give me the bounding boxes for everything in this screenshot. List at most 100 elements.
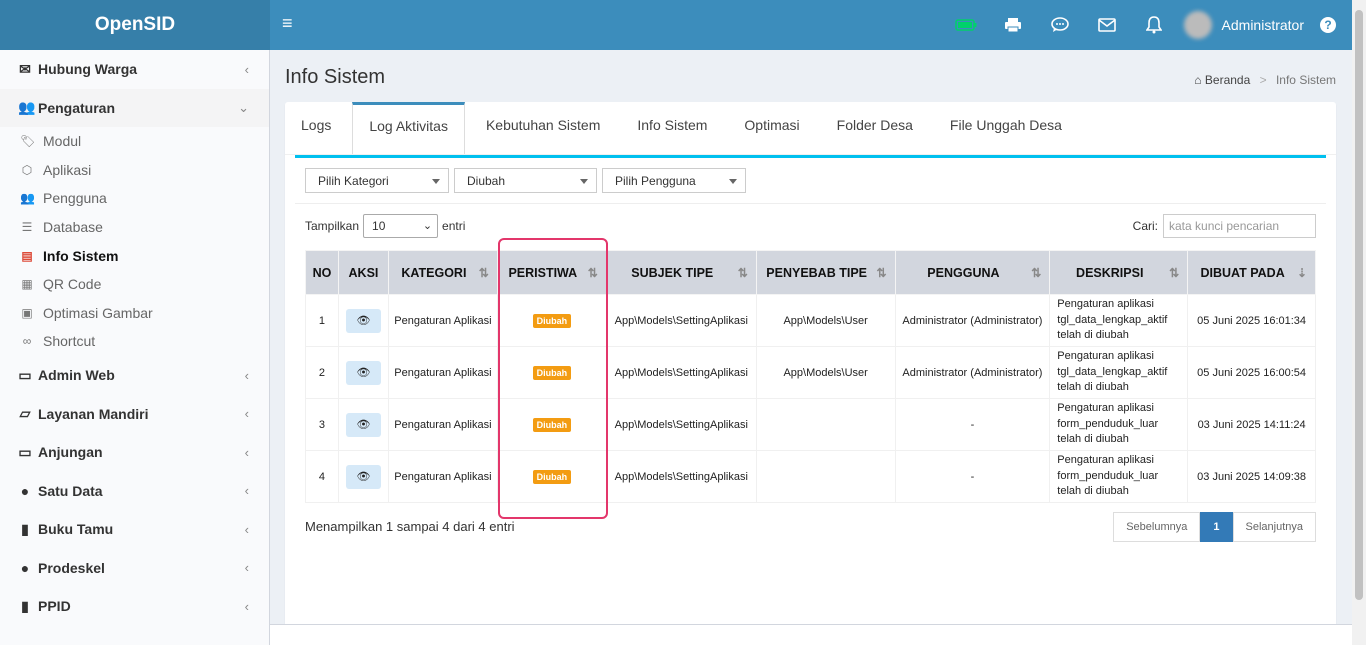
desc-line: Pengaturan aplikasi [1057, 298, 1154, 311]
scrollbar-thumb[interactable] [1355, 10, 1363, 600]
cell-pengguna: Administrator (Administrator) [894, 346, 1051, 399]
scrollbar[interactable] [1352, 0, 1366, 645]
battery-icon[interactable] [943, 0, 990, 50]
col-no[interactable]: NO [305, 250, 339, 295]
desc-line: Pengaturan aplikasi [1057, 350, 1154, 363]
top-header: OpenSID ≡ Administrator ? [0, 0, 1352, 50]
sidebar-subitem-database[interactable]: ☰ Database [0, 213, 269, 242]
cell-aksi: 👁 [337, 450, 389, 503]
mail-icon[interactable] [1084, 0, 1131, 50]
sidebar-subitem-label: Info Sistem [43, 247, 119, 264]
filter-kategori-select[interactable]: Pilih Kategori [305, 168, 449, 193]
sidebar-item-satu-data[interactable]: ● Satu Data ‹ [0, 471, 269, 510]
filter-kategori-value: Pilih Kategori [318, 173, 389, 188]
col-label: DIBUAT PADA [1200, 265, 1285, 280]
sidebar-subitem-aplikasi[interactable]: ⬡ Aplikasi [0, 156, 269, 185]
page-title: Info Sistem [285, 66, 386, 88]
search-input[interactable]: kata kunci pencarian [1163, 214, 1316, 238]
sidebar-subitem-optimasi-gambar[interactable]: ▣ Optimasi Gambar [0, 299, 269, 328]
printer-icon[interactable] [990, 0, 1037, 50]
eye-icon: 👁 [356, 366, 371, 379]
database-icon: ☰ [21, 220, 33, 235]
tab-kebutuhan-sistem[interactable]: Kebutuhan Sistem [470, 102, 616, 154]
view-button[interactable]: 👁 [345, 464, 381, 489]
chevron-left-icon: ‹ [244, 61, 249, 77]
col-dibuat-pada[interactable]: DIBUAT PADA ⇣ [1187, 250, 1316, 295]
sort-icon: ⇅ [1169, 266, 1180, 280]
brand-logo[interactable]: OpenSID [0, 0, 270, 50]
tab-file-unggah-desa[interactable]: File Unggah Desa [934, 102, 1078, 154]
tab-bar: Logs Log Aktivitas Kebutuhan Sistem Info… [285, 102, 1336, 155]
breadcrumb-home[interactable]: Beranda [1205, 73, 1250, 87]
view-button[interactable]: 👁 [345, 360, 381, 385]
col-label: DESKRIPSI [1076, 265, 1144, 280]
page-1-button[interactable]: 1 [1200, 512, 1233, 542]
sidebar-item-admin-web[interactable]: ▭ Admin Web ‹ [0, 356, 269, 395]
sidebar-subitem-qr-code[interactable]: ▦ QR Code [0, 270, 269, 299]
sidebar-subitem-shortcut[interactable]: ∞ Shortcut [0, 327, 269, 356]
sidebar-item-ppid[interactable]: ▮ PPID ‹ [0, 587, 269, 626]
divider [295, 203, 1326, 204]
col-label: PENYEBAB TIPE [766, 265, 867, 280]
table-row: 1 👁 Pengaturan Aplikasi Diubah App\Model… [305, 294, 1316, 347]
tab-info-sistem[interactable]: Info Sistem [621, 102, 723, 154]
menu-toggle-icon[interactable]: ≡ [282, 13, 293, 34]
sidebar-item-anjungan[interactable]: ▭ Anjungan ‹ [0, 433, 269, 472]
caret-down-icon [432, 179, 440, 184]
cell-subjek: App\Models\SettingAplikasi [605, 346, 757, 399]
cell-deskripsi: Pengaturan aplikasi form_penduduk_luar tel… [1049, 450, 1189, 503]
cell-subjek: App\Models\SettingAplikasi [605, 450, 757, 503]
page-length-select[interactable]: 10 ⌄ [363, 214, 439, 238]
cell-no: 4 [305, 450, 339, 503]
entries-label: entri [442, 219, 466, 233]
server-icon: ▤ [21, 248, 33, 263]
sidebar-subitem-info-sistem[interactable]: ▤ Info Sistem [0, 241, 269, 270]
tab-log-aktivitas[interactable]: Log Aktivitas [352, 102, 465, 154]
desc-line: telah di diubah [1057, 433, 1129, 446]
inbox-icon: ▱ [19, 405, 31, 421]
sidebar-item-prodeskel[interactable]: ● Prodeskel ‹ [0, 548, 269, 587]
tab-folder-desa[interactable]: Folder Desa [821, 102, 929, 154]
sidebar-item-buku-tamu[interactable]: ▮ Buku Tamu ‹ [0, 510, 269, 549]
filter-bar: Pilih Kategori Diubah Pilih Pengguna [305, 168, 746, 193]
filter-pengguna-select[interactable]: Pilih Pengguna [602, 168, 746, 193]
view-button[interactable]: 👁 [345, 308, 381, 333]
col-subjek-tipe[interactable]: SUBJEK TIPE ⇅ [605, 250, 757, 295]
sidebar-item-label: Hubung Warga [38, 61, 138, 78]
bell-icon[interactable] [1131, 0, 1178, 50]
caret-down-icon [580, 179, 588, 184]
col-deskripsi[interactable]: DESKRIPSI ⇅ [1049, 250, 1189, 295]
tab-optimasi[interactable]: Optimasi [728, 102, 815, 154]
footer [270, 624, 1352, 645]
sidebar-item-hubung-warga[interactable]: ✉ Hubung Warga ‹ [0, 50, 269, 89]
sidebar-subitem-modul[interactable]: 🏷 Modul [0, 127, 269, 156]
image-icon: ▣ [21, 305, 33, 320]
view-button[interactable]: 👁 [345, 412, 381, 437]
sidebar-item-layanan-mandiri[interactable]: ▱ Layanan Mandiri ‹ [0, 394, 269, 433]
avatar[interactable] [1183, 11, 1212, 39]
cell-dibuat: 05 Juni 2025 16:00:54 [1187, 346, 1316, 399]
cell-aksi: 👁 [337, 398, 389, 451]
page-length-value: 10 [372, 219, 386, 233]
sidebar-subitem-pengguna[interactable]: 👥 Pengguna [0, 184, 269, 213]
cell-deskripsi: Pengaturan aplikasi tgl_data_lengkap_akti… [1049, 294, 1189, 347]
help-icon[interactable]: ? [1320, 17, 1336, 33]
cell-kategori: Pengaturan Aplikasi [387, 398, 498, 451]
next-page-button[interactable]: Selanjutnya [1232, 512, 1316, 542]
cell-penyebab [755, 450, 896, 503]
user-name[interactable]: Administrator [1222, 17, 1304, 33]
col-kategori[interactable]: KATEGORI ⇅ [387, 250, 498, 295]
chevron-left-icon: ‹ [244, 406, 249, 421]
col-pengguna[interactable]: PENGGUNA ⇅ [894, 250, 1051, 295]
users-icon: 👥 [18, 99, 36, 116]
col-penyebab-tipe[interactable]: PENYEBAB TIPE ⇅ [755, 250, 896, 295]
filter-peristiwa-select[interactable]: Diubah [454, 168, 597, 193]
sidebar-item-pengaturan[interactable]: 👥 Pengaturan ⌄ [0, 88, 269, 127]
prev-page-button[interactable]: Sebelumnya [1113, 512, 1201, 542]
caret-down-icon [729, 179, 737, 184]
tab-logs[interactable]: Logs [285, 102, 347, 154]
book-icon: ▮ [21, 520, 29, 537]
chat-icon[interactable] [1037, 0, 1084, 50]
chevron-left-icon: ‹ [244, 560, 249, 575]
globe-icon: ● [20, 482, 30, 499]
